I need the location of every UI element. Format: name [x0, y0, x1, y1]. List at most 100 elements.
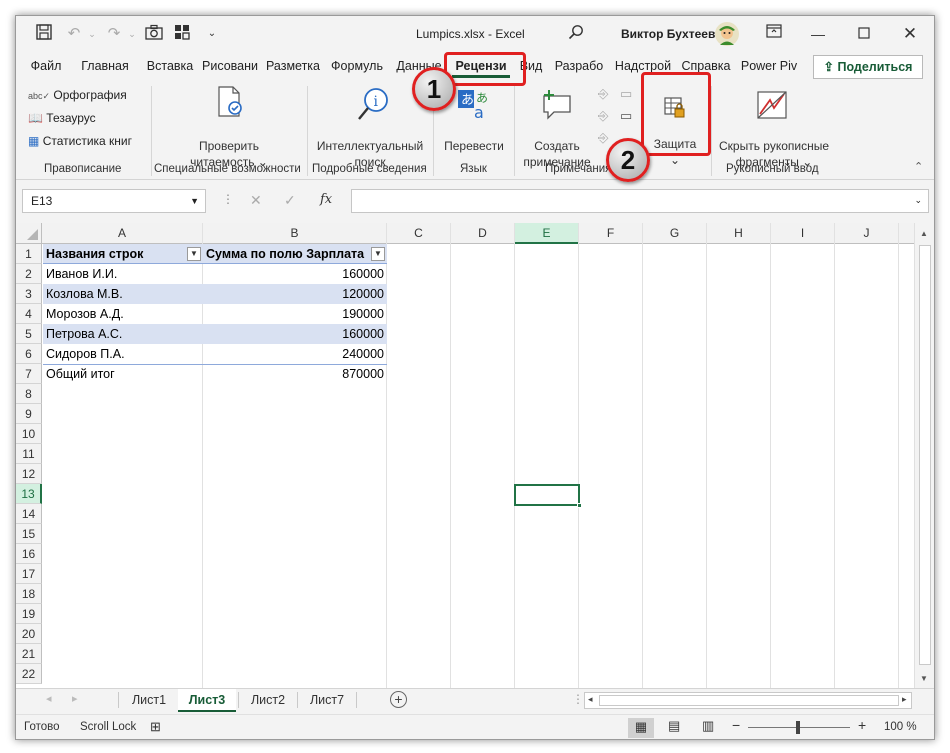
- pivot-row-label[interactable]: Сидоров П.А.: [43, 344, 203, 364]
- tab-power-pivot[interactable]: Power Piv: [738, 56, 800, 78]
- row-header-14[interactable]: 14: [16, 504, 42, 524]
- zoom-slider-thumb[interactable]: [796, 721, 800, 734]
- row-header-22[interactable]: 22: [16, 664, 42, 684]
- zoom-level[interactable]: 100 %: [884, 721, 917, 733]
- search-icon[interactable]: [566, 24, 586, 44]
- page-layout-view-icon[interactable]: ▤: [668, 718, 680, 734]
- avatar[interactable]: [714, 21, 740, 47]
- minimize-button[interactable]: —: [796, 20, 840, 48]
- pivot-header-values[interactable]: Сумма по полю Зарплата: [203, 244, 387, 264]
- tab-home[interactable]: Главная: [74, 56, 136, 78]
- pivot-row-label[interactable]: Общий итог: [43, 364, 203, 384]
- pivot-row-value[interactable]: 870000: [203, 364, 387, 384]
- delete-comment-icon[interactable]: ⎆: [598, 86, 608, 102]
- name-box[interactable]: E13 ▼: [22, 189, 206, 213]
- user-name[interactable]: Виктор Бухтеев: [621, 27, 715, 41]
- row-filter-dropdown-icon[interactable]: ▼: [187, 247, 201, 261]
- tab-developer[interactable]: Разрабо: [550, 56, 608, 78]
- enter-icon[interactable]: ✓: [284, 192, 296, 209]
- row-header-21[interactable]: 21: [16, 644, 42, 664]
- add-sheet-button[interactable]: +: [390, 691, 407, 708]
- column-header-f[interactable]: F: [579, 223, 643, 244]
- column-header-e[interactable]: E: [515, 223, 579, 244]
- column-header-g[interactable]: G: [643, 223, 707, 244]
- scroll-right-icon[interactable]: ▸: [902, 694, 907, 705]
- normal-view-icon[interactable]: ▦: [628, 718, 654, 738]
- row-header-3[interactable]: 3: [16, 284, 42, 304]
- prev-sheet-icon[interactable]: ◂: [46, 692, 52, 705]
- scroll-thumb[interactable]: [919, 245, 931, 665]
- collapse-ribbon-icon[interactable]: ⌃: [914, 160, 923, 173]
- row-header-9[interactable]: 9: [16, 404, 42, 424]
- row-header-10[interactable]: 10: [16, 424, 42, 444]
- scroll-left-icon[interactable]: ◂: [588, 694, 593, 705]
- split-handle-icon[interactable]: ⋮: [572, 692, 584, 706]
- column-header-h[interactable]: H: [707, 223, 771, 244]
- values-filter-dropdown-icon[interactable]: ▼: [371, 247, 385, 261]
- column-header-d[interactable]: D: [451, 223, 515, 244]
- expand-formula-icon[interactable]: ⌄: [914, 195, 922, 206]
- translate-button[interactable]: Перевести: [438, 138, 510, 154]
- grid-view-icon[interactable]: [172, 24, 192, 44]
- zoom-out-icon[interactable]: −: [732, 717, 740, 733]
- insert-function-icon[interactable]: fx: [320, 192, 332, 207]
- pivot-row-label[interactable]: Иванов И.И.: [43, 264, 203, 284]
- save-icon[interactable]: [34, 24, 54, 44]
- sheet-tab-list3[interactable]: Лист3: [178, 689, 236, 712]
- select-all-corner[interactable]: [16, 223, 42, 244]
- pivot-row-label[interactable]: Козлова М.В.: [43, 284, 203, 304]
- pivot-row-value[interactable]: 160000: [203, 324, 387, 344]
- workbook-statistics-button[interactable]: ▦ Статистика книг: [28, 134, 132, 148]
- tab-insert[interactable]: Вставка: [142, 56, 198, 78]
- undo-dropdown-icon[interactable]: ⌄: [82, 24, 102, 44]
- pivot-row-value[interactable]: 160000: [203, 264, 387, 284]
- row-header-13[interactable]: 13: [16, 484, 42, 504]
- pivot-row-label[interactable]: Морозов А.Д.: [43, 304, 203, 324]
- column-header-c[interactable]: C: [387, 223, 451, 244]
- show-all-comments-icon[interactable]: ⎆: [598, 130, 608, 146]
- spelling-button[interactable]: abc✓ Орфография: [28, 88, 127, 102]
- row-header-11[interactable]: 11: [16, 444, 42, 464]
- pivot-header-rows[interactable]: Названия строк: [43, 244, 203, 264]
- tab-draw[interactable]: Рисовани: [202, 56, 258, 78]
- row-header-8[interactable]: 8: [16, 384, 42, 404]
- cancel-icon[interactable]: ✕: [250, 192, 262, 209]
- page-break-view-icon[interactable]: ▥: [702, 718, 714, 734]
- selected-cell-e13[interactable]: [514, 484, 580, 506]
- fill-handle[interactable]: [577, 503, 582, 508]
- row-header-7[interactable]: 7: [16, 364, 42, 384]
- redo-icon[interactable]: ↷: [104, 24, 124, 44]
- macro-recording-icon[interactable]: ⊞: [150, 719, 161, 735]
- show-comments-icon[interactable]: ▭: [620, 108, 632, 124]
- row-header-6[interactable]: 6: [16, 344, 42, 364]
- next-sheet-icon[interactable]: ▸: [72, 692, 78, 705]
- column-header-j[interactable]: J: [835, 223, 899, 244]
- formula-input[interactable]: ⌄: [351, 189, 929, 213]
- sheet-tab-list2[interactable]: Лист2: [242, 689, 294, 712]
- share-button[interactable]: ⇪ Поделиться: [813, 55, 923, 79]
- row-header-17[interactable]: 17: [16, 564, 42, 584]
- pivot-row-value[interactable]: 120000: [203, 284, 387, 304]
- ribbon-display-options-icon[interactable]: [764, 24, 784, 44]
- pivot-row-value[interactable]: 190000: [203, 304, 387, 324]
- column-header-a[interactable]: A: [42, 223, 203, 244]
- row-header-2[interactable]: 2: [16, 264, 42, 284]
- row-header-12[interactable]: 12: [16, 464, 42, 484]
- vertical-scrollbar[interactable]: ▲ ▼: [914, 223, 934, 688]
- sheet-tab-list7[interactable]: Лист7: [301, 689, 353, 712]
- pivot-row-value[interactable]: 240000: [203, 344, 387, 364]
- undo-icon[interactable]: ↶: [64, 24, 84, 44]
- row-header-19[interactable]: 19: [16, 604, 42, 624]
- maximize-button[interactable]: [842, 20, 886, 48]
- next-comment-icon[interactable]: ⎆: [598, 108, 608, 124]
- horizontal-scrollbar[interactable]: ◂ ▸: [584, 692, 912, 709]
- close-button[interactable]: ✕: [888, 20, 932, 48]
- row-header-20[interactable]: 20: [16, 624, 42, 644]
- camera-icon[interactable]: [144, 24, 164, 44]
- customize-toolbar-icon[interactable]: ⌄: [202, 24, 222, 44]
- sheet-tab-list1[interactable]: Лист1: [122, 689, 176, 712]
- column-header-i[interactable]: I: [771, 223, 835, 244]
- row-header-1[interactable]: 1: [16, 244, 42, 264]
- row-header-4[interactable]: 4: [16, 304, 42, 324]
- zoom-in-icon[interactable]: +: [858, 717, 866, 733]
